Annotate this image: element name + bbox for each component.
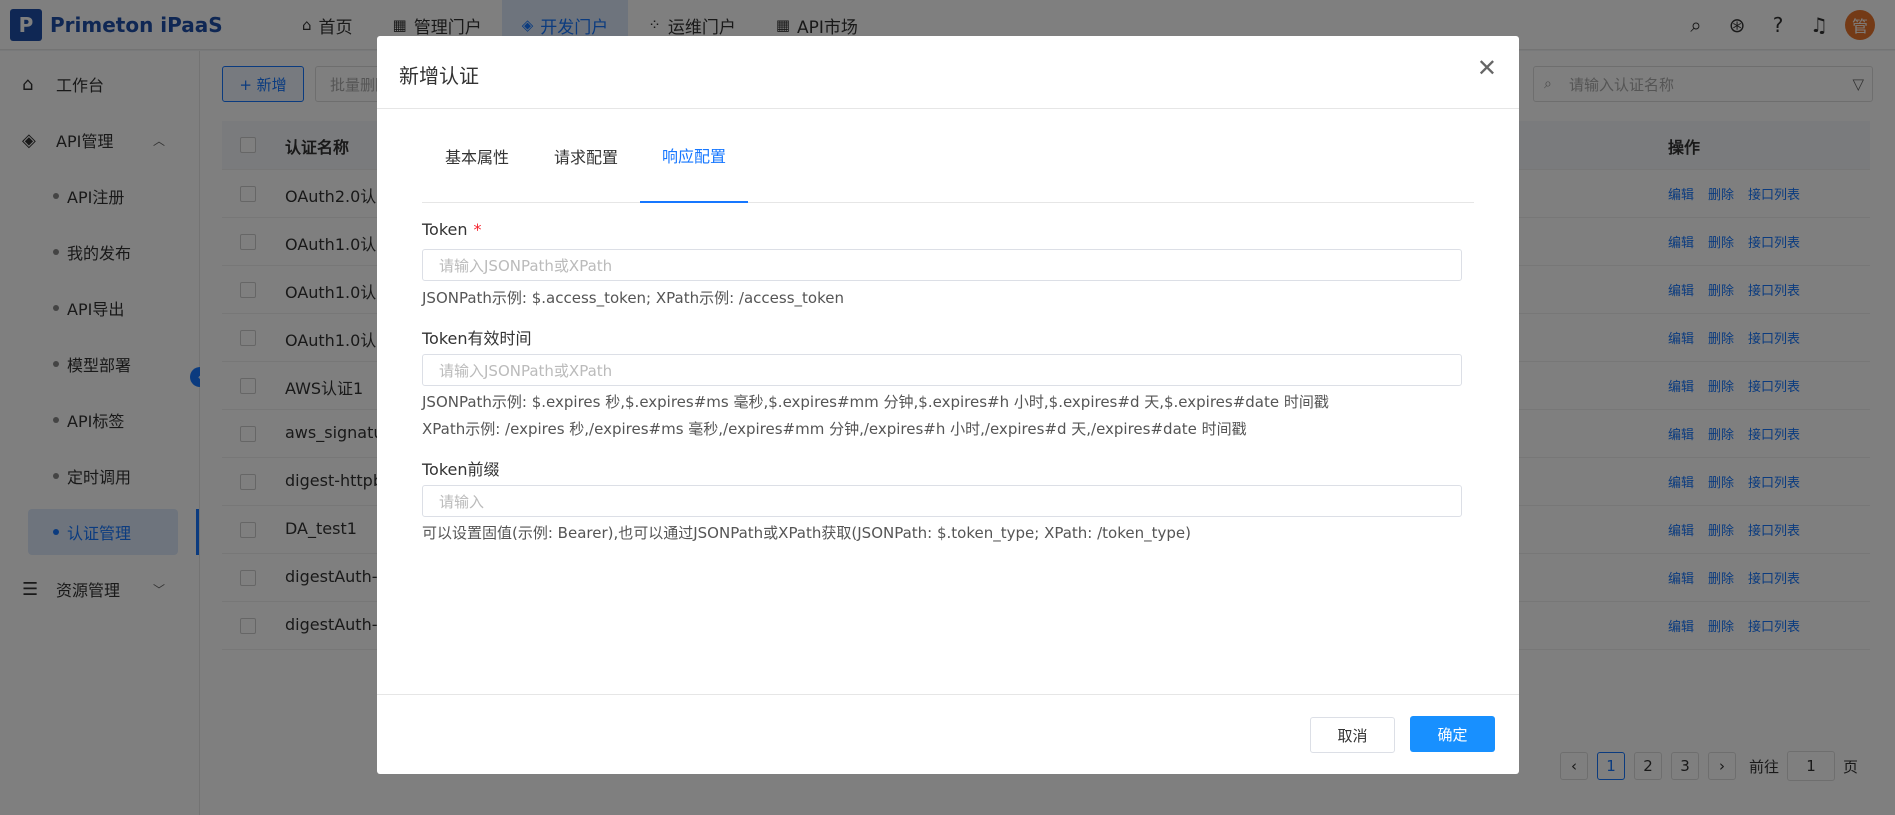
token-prefix-label: Token前缀 [422,460,500,479]
close-icon[interactable]: ✕ [1477,54,1497,82]
dialog-header: 新增认证 ✕ [377,36,1519,109]
cancel-button[interactable]: 取消 [1310,717,1395,753]
tab-basic[interactable]: 基本属性 [422,109,532,203]
token-input[interactable]: 请输入JSONPath或XPath [422,249,1462,281]
confirm-button[interactable]: 确定 [1410,716,1495,752]
add-auth-dialog: 新增认证 ✕ 基本属性 请求配置 响应配置 Token * 请输入JSONPath… [377,36,1519,774]
dialog-title: 新增认证 [399,64,479,88]
token-expires-hint-jsonpath: JSONPath示例: $.expires 秒,$.expires#ms 毫秒,… [422,393,1329,411]
tab-response[interactable]: 响应配置 [640,109,748,203]
token-prefix-hint: 可以设置固值(示例: Bearer),也可以通过JSONPath或XPath获取… [422,524,1191,542]
tab-request[interactable]: 请求配置 [532,109,640,203]
token-label: Token * [422,220,482,239]
token-expires-hint-xpath: XPath示例: /expires 秒,/expires#ms 毫秒,/expi… [422,420,1247,438]
token-expires-input[interactable]: 请输入JSONPath或XPath [422,354,1462,386]
token-hint: JSONPath示例: $.access_token; XPath示例: /ac… [422,289,844,307]
dialog-footer: 取消 确定 [377,694,1519,774]
required-mark: * [473,220,482,239]
token-prefix-input[interactable]: 请输入 [422,485,1462,517]
token-expires-label: Token有效时间 [422,329,532,348]
dialog-tabs: 基本属性 请求配置 响应配置 [422,109,1474,203]
